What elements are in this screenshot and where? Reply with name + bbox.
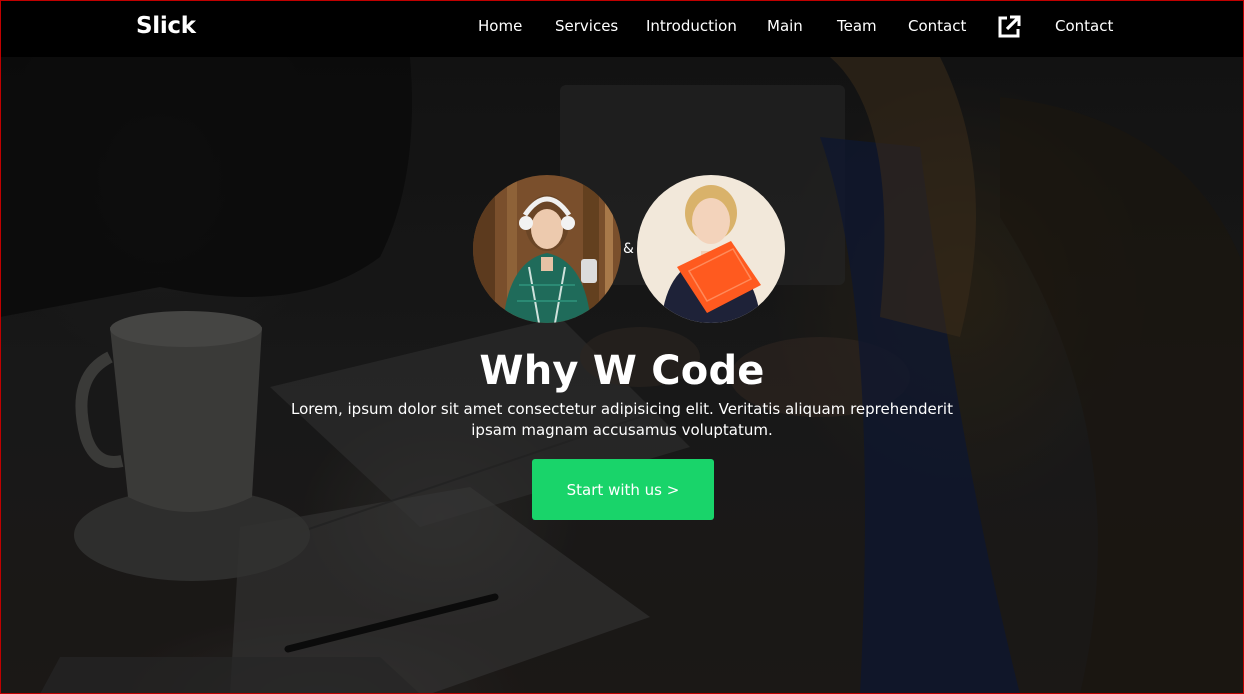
nav-link-introduction[interactable]: Introduction <box>646 17 737 35</box>
nav-link-contact-2[interactable]: Contact <box>1055 17 1113 35</box>
hero-title: Why W Code <box>479 348 765 394</box>
ampersand-label: & <box>623 241 634 257</box>
brand-logo[interactable]: Slick <box>136 13 196 39</box>
nav-link-contact[interactable]: Contact <box>908 17 966 35</box>
navbar: Slick Home Services Introduction Main Te… <box>0 0 1244 57</box>
avatar-student <box>473 175 621 323</box>
nav-link-team[interactable]: Team <box>837 17 877 35</box>
nav-link-services[interactable]: Services <box>555 17 618 35</box>
hero-description-line-2: ipsam magnam accusamus voluptatum. <box>471 421 773 439</box>
hero-description: Lorem, ipsum dolor sit amet consectetur … <box>0 399 1244 441</box>
nav-link-main[interactable]: Main <box>767 17 803 35</box>
hero-description-line-1: Lorem, ipsum dolor sit amet consectetur … <box>291 400 953 418</box>
nav-link-home[interactable]: Home <box>478 17 522 35</box>
avatar-professional <box>637 175 785 323</box>
external-link-icon[interactable] <box>996 14 1022 40</box>
start-with-us-button[interactable]: Start with us > <box>532 459 714 520</box>
